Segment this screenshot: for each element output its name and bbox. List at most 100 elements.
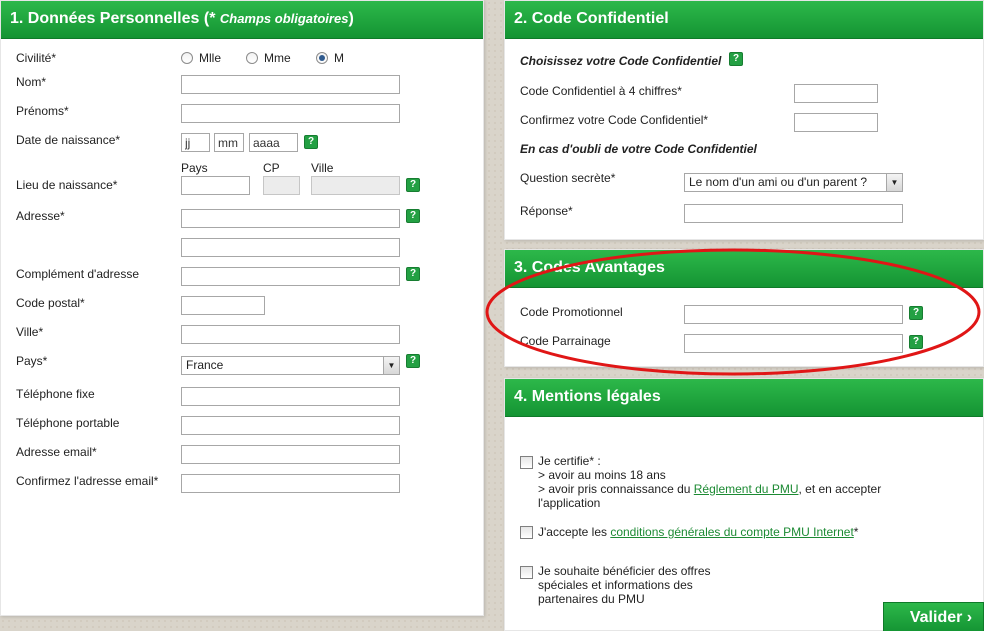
nom-label: Nom* (16, 75, 47, 89)
complement-help-icon[interactable]: ? (406, 267, 420, 281)
tel-portable-label: Téléphone portable (16, 416, 120, 430)
cgu-suffix: * (853, 525, 859, 539)
certify-line-3-suffix: , et en accepter (798, 482, 882, 496)
pays-select-value: France (186, 358, 224, 372)
offers-line-1: Je souhaite bénéficier des offres (538, 564, 711, 578)
certify-text: Je certifie* : > avoir au moins 18 ans >… (538, 454, 881, 510)
radio-mme[interactable] (246, 52, 258, 64)
tel-fixe-label: Téléphone fixe (16, 387, 95, 401)
cp-column-label: CP (263, 161, 280, 175)
certify-line-2: > avoir au moins 18 ans (538, 468, 666, 482)
required-hint-close: ) (348, 10, 354, 27)
mentions-legales-title: 4. Mentions légales (514, 388, 661, 405)
radio-m[interactable] (316, 52, 328, 64)
personal-data-panel: 1. Données Personnelles (* Champs obliga… (0, 0, 484, 616)
prenoms-input[interactable] (181, 104, 400, 123)
offers-text: Je souhaite bénéficier des offres spécia… (538, 564, 711, 606)
date-day-input[interactable] (181, 133, 210, 152)
radio-mlle-label: Mlle (199, 51, 222, 65)
email-input[interactable] (181, 445, 400, 464)
ville-column-label: Ville (311, 161, 334, 175)
question-select[interactable]: Le nom d'un ami ou d'un parent ? ▼ (684, 173, 903, 192)
civilite-label: Civilité* (16, 51, 57, 65)
birth-country-input[interactable] (181, 176, 250, 195)
offers-checkbox[interactable] (520, 566, 533, 579)
personal-data-header: 1. Données Personnelles (* Champs obliga… (1, 1, 483, 39)
offers-line-3: partenaires du PMU (538, 592, 645, 606)
code-confidentiel-title: 2. Code Confidentiel (514, 10, 669, 27)
radio-m-label: M (334, 51, 344, 65)
codes-avantages-header: 3. Codes Avantages (505, 250, 983, 288)
code-input[interactable] (794, 84, 878, 103)
offers-line-2: spéciales et informations des (538, 578, 693, 592)
ville-label: Ville* (16, 325, 44, 339)
code-4-label: Code Confidentiel à 4 chiffres* (520, 84, 682, 98)
certify-line-1: Je certifie* : (538, 454, 601, 468)
mentions-legales-panel: 4. Mentions légales Je certifie* : > avo… (504, 378, 984, 631)
cgu-link[interactable]: conditions générales du compte PMU Inter… (610, 525, 853, 539)
cgu-prefix: J'accepte les (538, 525, 611, 539)
reglement-link[interactable]: Réglement du PMU (694, 482, 799, 496)
parrainage-input[interactable] (684, 334, 903, 353)
nom-input[interactable] (181, 75, 400, 94)
chevron-down-icon: ▼ (886, 174, 902, 191)
ville-input[interactable] (181, 325, 400, 344)
code-postal-label: Code postal* (16, 296, 85, 310)
email-label: Adresse email* (16, 445, 97, 459)
forgot-code-heading: En cas d'oubli de votre Code Confidentie… (520, 142, 757, 156)
question-select-value: Le nom d'un ami ou d'un parent ? (689, 175, 868, 189)
tel-fixe-input[interactable] (181, 387, 400, 406)
mentions-legales-header: 4. Mentions légales (505, 379, 983, 417)
date-naissance-label: Date de naissance* (16, 133, 121, 147)
certify-line-4: l'application (538, 496, 601, 510)
tel-portable-input[interactable] (181, 416, 400, 435)
pays-help-icon[interactable]: ? (406, 354, 420, 368)
radio-mme-label: Mme (264, 51, 291, 65)
required-hint: Champs obligatoires (219, 11, 349, 26)
cgu-checkbox[interactable] (520, 526, 533, 539)
adresse-input-1[interactable] (181, 209, 400, 228)
code-confidentiel-header: 2. Code Confidentiel (505, 1, 983, 39)
reponse-label: Réponse* (520, 204, 573, 218)
pays-column-label: Pays (181, 161, 208, 175)
choose-code-heading: Choisissez votre Code Confidentiel (520, 54, 722, 68)
codes-avantages-title: 3. Codes Avantages (514, 259, 665, 276)
certify-line-3: > avoir pris connaissance du Réglement d… (538, 482, 881, 496)
lieu-naissance-label: Lieu de naissance* (16, 178, 118, 192)
required-hint-open: (* (203, 10, 220, 27)
birthplace-help-icon[interactable]: ? (406, 178, 420, 192)
promo-input[interactable] (684, 305, 903, 324)
code-confirm-label: Confirmez votre Code Confidentiel* (520, 113, 709, 127)
codes-avantages-panel: 3. Codes Avantages Code Promotionnel ? C… (504, 249, 984, 367)
date-help-icon[interactable]: ? (304, 135, 318, 149)
promo-label: Code Promotionnel (520, 305, 623, 319)
complement-label: Complément d'adresse (16, 267, 140, 281)
code-postal-input[interactable] (181, 296, 265, 315)
date-year-input[interactable] (249, 133, 298, 152)
pays-label: Pays* (16, 354, 48, 368)
date-month-input[interactable] (214, 133, 244, 152)
certify-checkbox[interactable] (520, 456, 533, 469)
code-help-icon[interactable]: ? (729, 52, 743, 66)
prenoms-label: Prénoms* (16, 104, 69, 118)
parrainage-help-icon[interactable]: ? (909, 335, 923, 349)
email-confirm-input[interactable] (181, 474, 400, 493)
cgu-text: J'accepte les conditions générales du co… (538, 525, 858, 539)
reponse-input[interactable] (684, 204, 903, 223)
pays-select[interactable]: France ▼ (181, 356, 400, 375)
question-label: Question secrète* (520, 171, 616, 185)
valider-button[interactable]: Valider › (883, 602, 984, 631)
adresse-help-icon[interactable]: ? (406, 209, 420, 223)
personal-data-title: 1. Données Personnelles (10, 10, 200, 27)
valider-label: Valider (909, 609, 963, 626)
promo-help-icon[interactable]: ? (909, 306, 923, 320)
complement-input[interactable] (181, 267, 400, 286)
birth-cp-input[interactable] (263, 176, 300, 195)
birth-city-input[interactable] (311, 176, 400, 195)
adresse-label: Adresse* (16, 209, 65, 223)
code-confirm-input[interactable] (794, 113, 878, 132)
radio-mlle[interactable] (181, 52, 193, 64)
chevron-down-icon: ▼ (383, 357, 399, 374)
email-confirm-label: Confirmez l'adresse email* (16, 474, 159, 488)
adresse-input-2[interactable] (181, 238, 400, 257)
